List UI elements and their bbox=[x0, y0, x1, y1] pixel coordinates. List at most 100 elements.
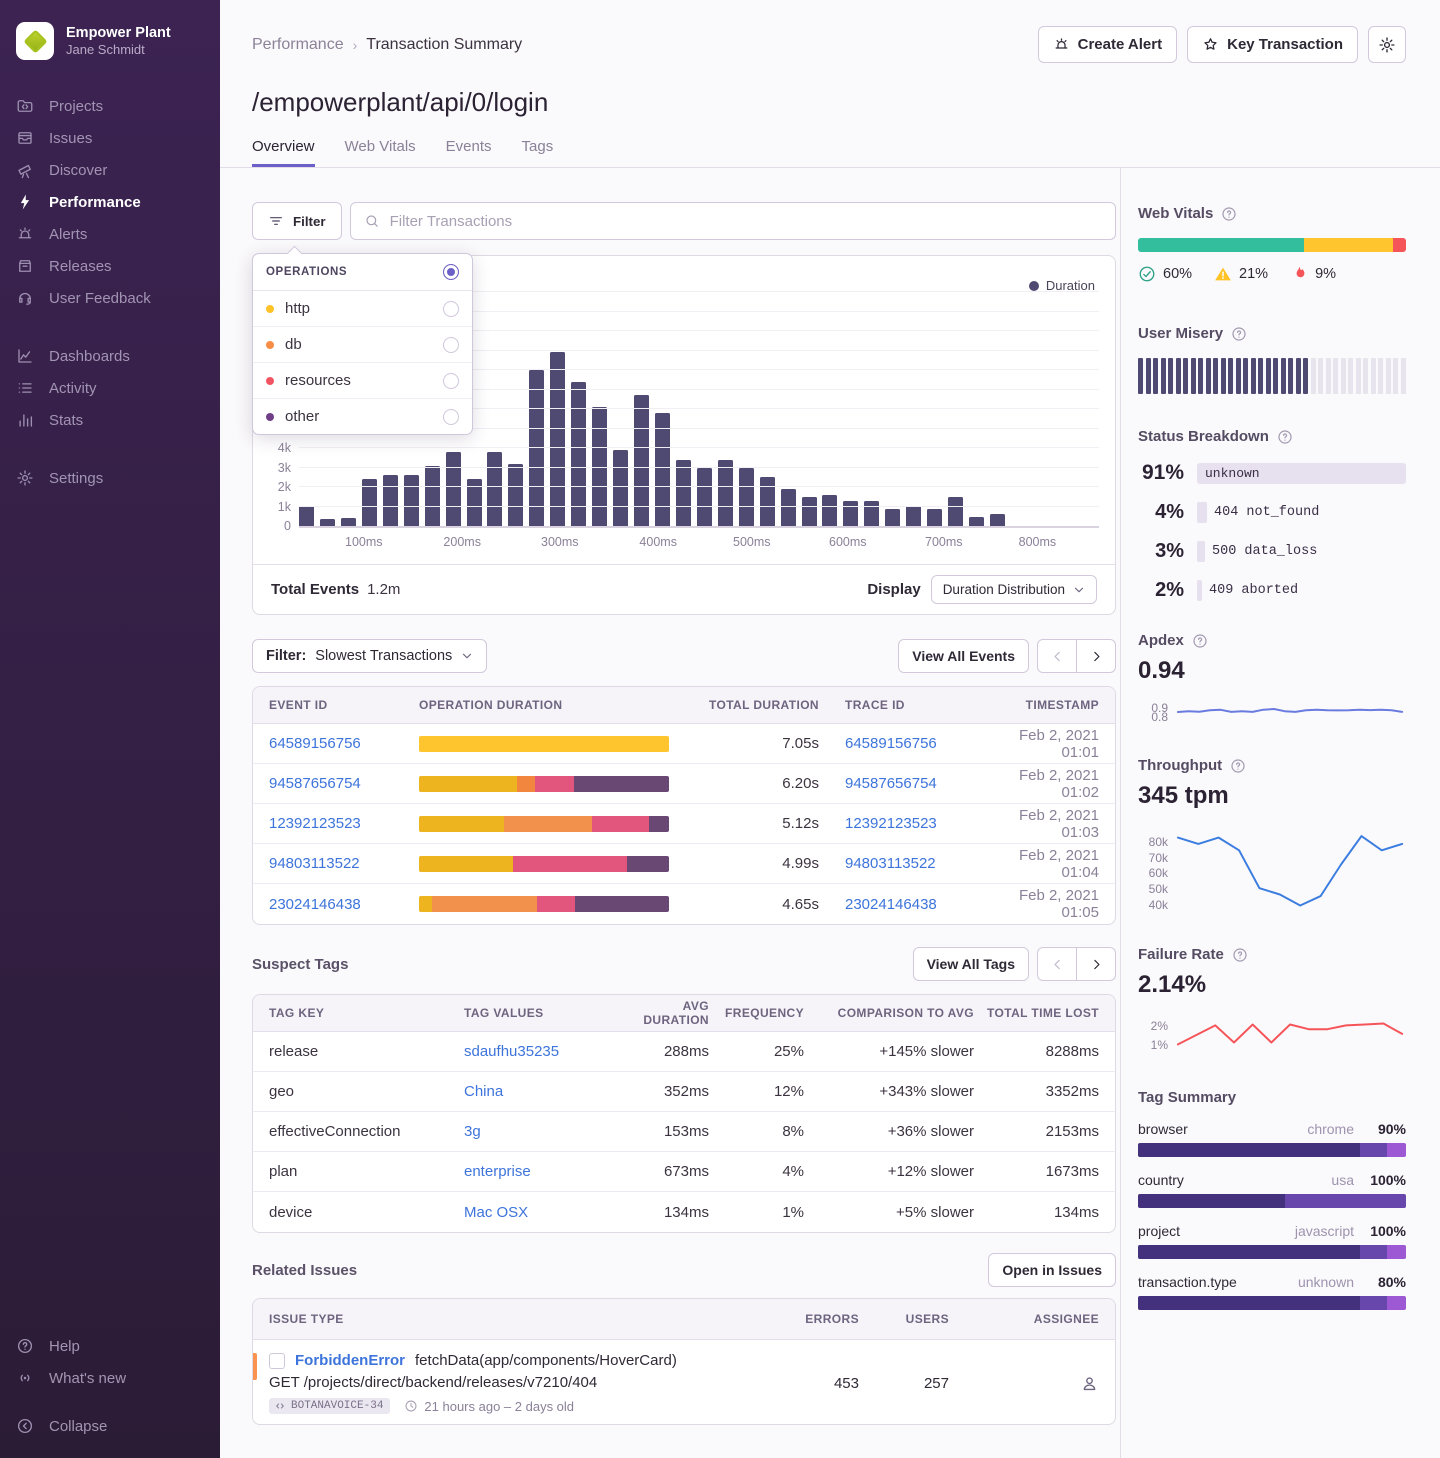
sidebar-item-projects[interactable]: Projects bbox=[0, 90, 220, 122]
histogram-bar[interactable] bbox=[487, 452, 502, 526]
open-in-issues-button[interactable]: Open in Issues bbox=[988, 1253, 1116, 1287]
pager-next-button[interactable] bbox=[1076, 639, 1116, 673]
trace-id-link[interactable]: 23024146438 bbox=[845, 896, 937, 913]
sidebar-item-help[interactable]: Help bbox=[0, 1330, 220, 1362]
histogram-bar[interactable] bbox=[697, 468, 712, 527]
histogram-bar[interactable] bbox=[990, 514, 1005, 526]
tag-value-link[interactable]: enterprise bbox=[464, 1163, 531, 1180]
histogram-bar[interactable] bbox=[948, 497, 963, 526]
operation-option-other[interactable]: other bbox=[253, 399, 472, 434]
question-icon[interactable] bbox=[1192, 633, 1208, 649]
trace-id-link[interactable]: 12392123523 bbox=[845, 815, 937, 832]
histogram-bar[interactable] bbox=[885, 509, 900, 526]
histogram-bar[interactable] bbox=[969, 517, 984, 526]
tab-tags[interactable]: Tags bbox=[522, 138, 554, 167]
pager-prev-button[interactable] bbox=[1037, 639, 1077, 673]
sidebar-item-user-feedback[interactable]: User Feedback bbox=[0, 282, 220, 314]
histogram-bar[interactable] bbox=[425, 466, 440, 527]
histogram-bar[interactable] bbox=[446, 452, 461, 526]
operations-dropdown-header[interactable]: OPERATIONS bbox=[253, 254, 472, 291]
histogram-bar[interactable] bbox=[613, 450, 628, 526]
operation-option-db[interactable]: db bbox=[253, 327, 472, 363]
events-filter-select[interactable]: Filter: Slowest Transactions bbox=[252, 639, 487, 673]
operation-radio[interactable] bbox=[443, 373, 459, 389]
histogram-bar[interactable] bbox=[718, 460, 733, 526]
operation-radio[interactable] bbox=[443, 301, 459, 317]
sidebar-item-what-s-new[interactable]: What's new bbox=[0, 1362, 220, 1394]
histogram-bar[interactable] bbox=[341, 518, 356, 526]
histogram-bar[interactable] bbox=[760, 477, 775, 526]
event-id-link[interactable]: 12392123523 bbox=[269, 815, 361, 832]
issue-type-link[interactable]: ForbiddenError bbox=[295, 1352, 405, 1369]
histogram-bar[interactable] bbox=[864, 501, 879, 526]
view-all-tags-button[interactable]: View All Tags bbox=[913, 947, 1029, 981]
tag-summary-bar[interactable] bbox=[1138, 1245, 1406, 1259]
trace-id-link[interactable]: 94803113522 bbox=[845, 855, 936, 872]
operation-radio[interactable] bbox=[443, 409, 459, 425]
event-id-link[interactable]: 23024146438 bbox=[269, 896, 361, 913]
tag-value-link[interactable]: China bbox=[464, 1083, 503, 1100]
pager-prev-button[interactable] bbox=[1037, 947, 1077, 981]
filter-button[interactable]: Filter bbox=[252, 202, 342, 240]
question-icon[interactable] bbox=[1231, 326, 1247, 342]
sidebar-item-activity[interactable]: Activity bbox=[0, 372, 220, 404]
issue-checkbox[interactable] bbox=[269, 1353, 285, 1369]
event-id-link[interactable]: 64589156756 bbox=[269, 735, 361, 752]
operations-radio-selected[interactable] bbox=[443, 264, 459, 280]
histogram-bar[interactable] bbox=[822, 495, 837, 526]
event-id-link[interactable]: 94587656754 bbox=[269, 775, 361, 792]
sidebar-item-releases[interactable]: Releases bbox=[0, 250, 220, 282]
issue-assignee[interactable] bbox=[949, 1374, 1099, 1393]
operation-radio[interactable] bbox=[443, 337, 459, 353]
histogram-bar[interactable] bbox=[655, 413, 670, 526]
settings-gear-button[interactable] bbox=[1368, 26, 1406, 63]
operation-option-resources[interactable]: resources bbox=[253, 363, 472, 399]
pager-next-button[interactable] bbox=[1076, 947, 1116, 981]
trace-id-link[interactable]: 64589156756 bbox=[845, 735, 937, 752]
tag-summary-bar[interactable] bbox=[1138, 1296, 1406, 1310]
sidebar-item-stats[interactable]: Stats bbox=[0, 404, 220, 436]
histogram-bar[interactable] bbox=[843, 501, 858, 526]
sidebar-item-discover[interactable]: Discover bbox=[0, 154, 220, 186]
operation-option-http[interactable]: http bbox=[253, 291, 472, 327]
question-icon[interactable] bbox=[1232, 947, 1248, 963]
histogram-bar[interactable] bbox=[550, 352, 565, 526]
sidebar-item-dashboards[interactable]: Dashboards bbox=[0, 340, 220, 372]
org-switcher[interactable]: Empower Plant Jane Schmidt bbox=[0, 14, 220, 68]
display-select[interactable]: Duration Distribution bbox=[931, 575, 1097, 604]
question-icon[interactable] bbox=[1221, 206, 1237, 222]
histogram-bar[interactable] bbox=[927, 509, 942, 526]
tag-value-link[interactable]: Mac OSX bbox=[464, 1204, 528, 1221]
histogram-bar[interactable] bbox=[299, 506, 314, 527]
view-all-events-button[interactable]: View All Events bbox=[898, 639, 1029, 673]
histogram-bar[interactable] bbox=[529, 370, 544, 526]
tab-overview[interactable]: Overview bbox=[252, 138, 315, 167]
sidebar-item-settings[interactable]: Settings bbox=[0, 462, 220, 494]
sidebar-item-collapse[interactable]: Collapse bbox=[0, 1410, 220, 1442]
histogram-bar[interactable] bbox=[404, 475, 419, 526]
trace-id-link[interactable]: 94587656754 bbox=[845, 775, 937, 792]
histogram-bar[interactable] bbox=[571, 382, 586, 526]
create-alert-button[interactable]: Create Alert bbox=[1038, 26, 1177, 63]
search-input[interactable]: Filter Transactions bbox=[350, 202, 1116, 240]
histogram-bar[interactable] bbox=[739, 468, 754, 527]
question-icon[interactable] bbox=[1230, 758, 1246, 774]
key-transaction-button[interactable]: Key Transaction bbox=[1187, 26, 1358, 63]
event-id-link[interactable]: 94803113522 bbox=[269, 855, 360, 872]
breadcrumb-performance[interactable]: Performance bbox=[252, 36, 344, 54]
tab-web-vitals[interactable]: Web Vitals bbox=[345, 138, 416, 167]
issue-row[interactable]: ForbiddenError fetchData(app/components/… bbox=[253, 1340, 1115, 1424]
sidebar-item-alerts[interactable]: Alerts bbox=[0, 218, 220, 250]
histogram-bar[interactable] bbox=[906, 506, 921, 527]
histogram-bar[interactable] bbox=[802, 497, 817, 526]
histogram-bar[interactable] bbox=[508, 464, 523, 526]
histogram-bar[interactable] bbox=[676, 460, 691, 526]
sidebar-item-issues[interactable]: Issues bbox=[0, 122, 220, 154]
tab-events[interactable]: Events bbox=[446, 138, 492, 167]
histogram-bar[interactable] bbox=[383, 475, 398, 526]
histogram-bar[interactable] bbox=[320, 519, 335, 526]
histogram-bar[interactable] bbox=[781, 489, 796, 526]
question-icon[interactable] bbox=[1277, 429, 1293, 445]
sidebar-item-performance[interactable]: Performance bbox=[0, 186, 220, 218]
tag-summary-bar[interactable] bbox=[1138, 1143, 1406, 1157]
